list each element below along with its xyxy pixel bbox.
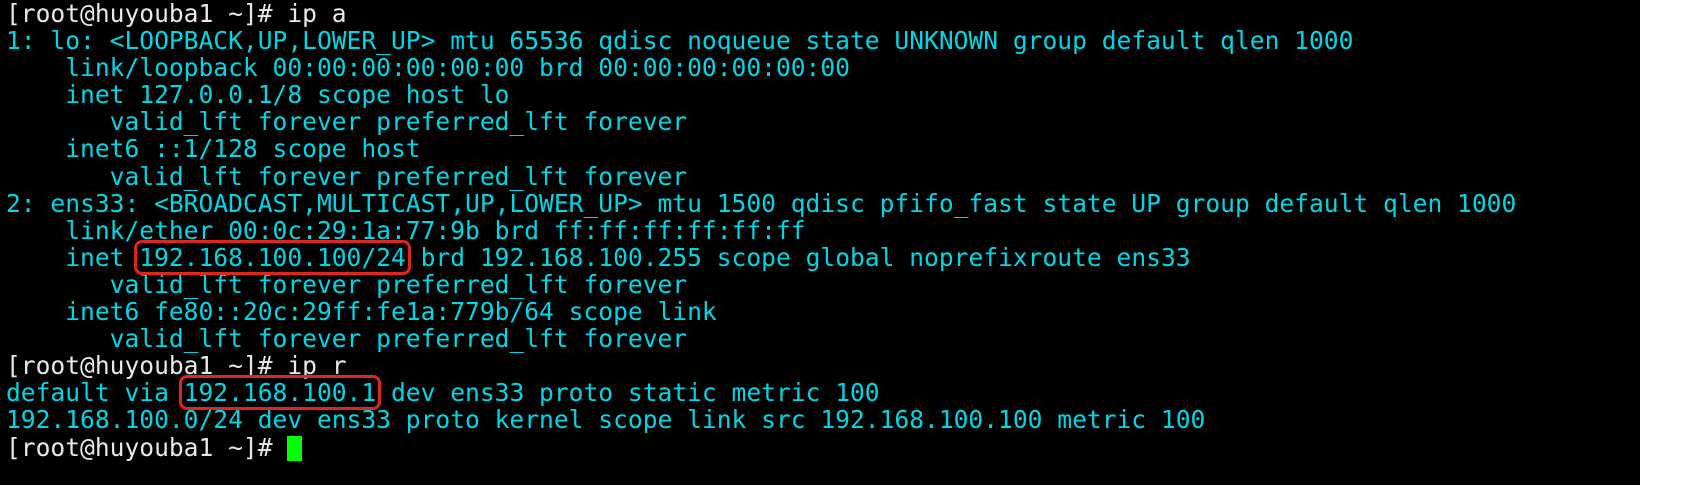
output-line: inet6 fe80::20c:29ff:fe1a:779b/64 scope … [6, 298, 1516, 325]
output-line: inet 192.168.100.100/24 brd 192.168.100.… [6, 239, 1516, 275]
terminal-window[interactable]: [root@huyouba1 ~]# ip a 1: lo: <LOOPBACK,… [0, 0, 1640, 485]
prompt-line: [root@huyouba1 ~]# ip a [6, 0, 1516, 27]
output-text: brd 192.168.100.255 scope global noprefi… [405, 242, 1191, 272]
output-text: valid_lft forever preferred_lft forever [6, 107, 688, 137]
highlighted-ip-address: 192.168.100.100/24 [134, 239, 411, 275]
output-line: 1: lo: <LOOPBACK,UP,LOWER_UP> mtu 65536 … [6, 27, 1516, 54]
output-text: valid_lft forever preferred_lft forever [6, 324, 688, 354]
highlighted-ip-address: 192.168.100.1 [178, 375, 382, 411]
output-line: link/ether 00:0c:29:1a:77:9b brd ff:ff:f… [6, 217, 1516, 244]
output-text: inet6 fe80::20c:29ff:fe1a:779b/64 scope … [6, 297, 717, 327]
output-text: inet6 ::1/128 scope host [6, 134, 421, 164]
output-text: inet 127.0.0.1/8 scope host lo [6, 80, 510, 110]
output-text: default via [6, 378, 184, 408]
output-line: link/loopback 00:00:00:00:00:00 brd 00:0… [6, 54, 1516, 81]
output-line: valid_lft forever preferred_lft forever [6, 325, 1516, 352]
prompt-line: [root@huyouba1 ~]# [6, 432, 1516, 462]
output-line: 192.168.100.0/24 dev ens33 proto kernel … [6, 406, 1516, 433]
output-text: link/ether 00:0c:29:1a:77:9b brd ff:ff:f… [6, 215, 806, 245]
output-line: default via 192.168.100.1 dev ens33 prot… [6, 375, 1516, 411]
prompt-text: [root@huyouba1 ~]# [6, 432, 288, 462]
output-line: inet 127.0.0.1/8 scope host lo [6, 81, 1516, 108]
output-text: valid_lft forever preferred_lft forever [6, 269, 688, 299]
output-text: dev ens33 proto static metric 100 [376, 378, 880, 408]
prompt-text: [root@huyouba1 ~]# ip a [6, 0, 347, 28]
output-text: inet [6, 242, 140, 272]
output-text: valid_lft forever preferred_lft forever [6, 161, 688, 191]
output-line: valid_lft forever preferred_lft forever [6, 108, 1516, 135]
output-text: 2: ens33: <BROADCAST,MULTICAST,UP,LOWER_… [6, 188, 1517, 218]
output-line: valid_lft forever preferred_lft forever [6, 163, 1516, 190]
output-line: inet6 ::1/128 scope host [6, 135, 1516, 162]
prompt-line: [root@huyouba1 ~]# ip r [6, 352, 1516, 379]
output-line: 2: ens33: <BROADCAST,MULTICAST,UP,LOWER_… [6, 190, 1516, 217]
output-text: link/loopback 00:00:00:00:00:00 brd 00:0… [6, 53, 850, 83]
output-line: valid_lft forever preferred_lft forever [6, 271, 1516, 298]
terminal-output: [root@huyouba1 ~]# ip a 1: lo: <LOOPBACK,… [6, 0, 1516, 461]
prompt-text: [root@huyouba1 ~]# ip r [6, 351, 347, 381]
output-text: 1: lo: <LOOPBACK,UP,LOWER_UP> mtu 65536 … [6, 26, 1354, 56]
output-text: 192.168.100.0/24 dev ens33 proto kernel … [6, 405, 1206, 435]
text-cursor [287, 435, 303, 461]
